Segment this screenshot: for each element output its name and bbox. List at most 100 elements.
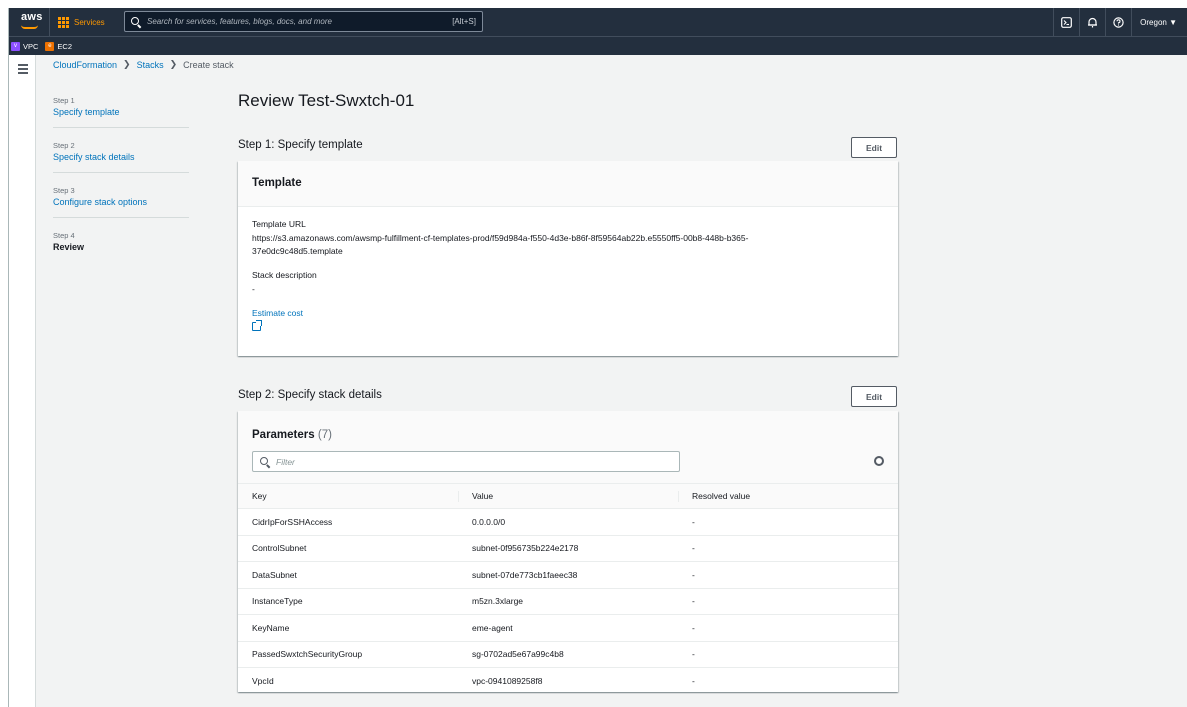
breadcrumb-current: Create stack — [183, 59, 234, 70]
param-value: subnet-07de773cb1faeec38 — [458, 561, 678, 589]
param-value: m5zn.3xlarge — [458, 588, 678, 615]
page-title: Review Test-Swxtch-01 — [238, 91, 415, 110]
param-value: subnet-0f956735b224e2178 — [458, 535, 678, 562]
side-navigation-collapsed — [9, 55, 36, 707]
chevron-right-icon: ❯ — [123, 59, 131, 69]
favorites-bar: v VPC e EC2 — [9, 36, 1187, 55]
template-url-label: Template URL — [252, 219, 306, 229]
services-label: Services — [74, 17, 105, 27]
param-key: PassedSwxtchSecurityGroup — [238, 641, 458, 668]
breadcrumb: CloudFormation ❯ Stacks ❯ Create stack — [53, 59, 234, 70]
table-row: InstanceType m5zn.3xlarge - — [238, 588, 898, 615]
table-row: ControlSubnet subnet-0f956735b224e2178 - — [238, 535, 898, 562]
step-link-specify-stack-details[interactable]: Specify stack details — [53, 152, 189, 162]
step-link-specify-template[interactable]: Specify template — [53, 107, 189, 117]
step-number: Step 3 — [53, 186, 75, 195]
parameters-filter-input[interactable]: Filter — [252, 451, 680, 472]
favorite-vpc[interactable]: v VPC — [11, 41, 39, 51]
table-row: KeyName eme-agent - — [238, 614, 898, 642]
favorite-label: VPC — [23, 41, 39, 51]
param-value: sg-0702ad5e67a99c4b8 — [458, 641, 678, 668]
aws-logo[interactable]: aws — [9, 8, 49, 36]
param-resolved-value: - — [678, 508, 898, 536]
parameters-title-text: Parameters — [252, 429, 315, 441]
template-panel: Template Template URL https://s3.amazona… — [238, 161, 898, 356]
search-icon — [131, 16, 141, 27]
services-menu-button[interactable]: Services — [49, 8, 113, 36]
parameters-header: Parameters (7) — [238, 411, 898, 447]
param-resolved-value: - — [678, 641, 898, 668]
search-placeholder: Search for services, features, blogs, do… — [147, 17, 332, 26]
parameters-count: (7) — [317, 429, 332, 441]
param-resolved-value: - — [678, 535, 898, 562]
template-url-value-line2: 37e0dc9c48d5.template — [252, 246, 343, 256]
table-preferences-gear-icon[interactable] — [874, 456, 884, 466]
step-link-configure-stack-options[interactable]: Configure stack options — [53, 197, 189, 207]
wizard-step-2: Step 2 Specify stack details — [53, 141, 189, 173]
param-key: DataSubnet — [238, 561, 458, 589]
param-resolved-value: - — [692, 676, 695, 686]
estimate-cost-field: Estimate cost — [252, 308, 884, 331]
filter-placeholder: Filter — [276, 456, 295, 467]
global-search-input[interactable]: Search for services, features, blogs, do… — [124, 11, 483, 32]
table-row: VpcId vpc-0941089258f8 - — [238, 668, 898, 695]
external-link-icon[interactable] — [252, 320, 262, 331]
region-selector[interactable]: Oregon ▼ — [1131, 8, 1187, 36]
menu-hamburger-icon[interactable] — [18, 64, 28, 76]
estimate-cost-link[interactable]: Estimate cost — [252, 308, 884, 318]
stack-description-value: - — [252, 284, 255, 294]
help-icon[interactable] — [1105, 8, 1131, 36]
wizard-step-1: Step 1 Specify template — [53, 96, 189, 128]
search-icon — [260, 456, 270, 467]
edit-stack-details-button[interactable]: Edit — [851, 386, 897, 407]
edit-template-button[interactable]: Edit — [851, 137, 897, 158]
table-row: CidrIpForSSHAccess 0.0.0.0/0 - — [238, 508, 898, 536]
table-row: DataSubnet subnet-07de773cb1faeec38 - — [238, 561, 898, 589]
vpc-service-icon: v — [11, 41, 20, 51]
breadcrumb-cloudformation[interactable]: CloudFormation — [53, 60, 117, 70]
top-navigation: aws Services Search for services, featur… — [9, 8, 1187, 36]
services-grid-icon — [58, 16, 69, 28]
column-header-value: Value — [458, 483, 678, 509]
parameters-table: Key Value Resolved value CidrIpForSSHAcc… — [238, 483, 898, 694]
notifications-bell-icon[interactable] — [1079, 8, 1105, 36]
cloudshell-icon[interactable] — [1053, 8, 1079, 36]
chevron-right-icon: ❯ — [169, 59, 178, 69]
wizard-steps: Step 1 Specify template Step 2 Specify s… — [53, 96, 189, 275]
parameters-filter-row: Filter — [238, 447, 898, 483]
template-url-value-line1: https://s3.amazonaws.com/awsmp-fulfillme… — [252, 233, 749, 243]
param-value: vpc-0941089258f8 — [472, 676, 543, 686]
table-header-row: Key Value Resolved value — [238, 483, 898, 509]
column-header-resolved-value: Resolved value — [678, 483, 898, 509]
param-key: VpcId — [252, 676, 274, 686]
template-panel-title: Template — [238, 161, 898, 207]
wizard-step-4: Step 4 Review — [53, 231, 189, 262]
aws-smile-icon — [21, 25, 38, 29]
param-value: eme-agent — [458, 614, 678, 642]
param-resolved-value: - — [678, 614, 898, 642]
template-panel-body: Template URL https://s3.amazonaws.com/aw… — [238, 207, 898, 343]
nav-right-group: Oregon ▼ — [1053, 8, 1187, 36]
stack-description-label: Stack description — [252, 270, 317, 280]
param-resolved-value: - — [678, 588, 898, 615]
template-url-field: Template URL https://s3.amazonaws.com/aw… — [252, 219, 884, 258]
table-row: PassedSwxtchSecurityGroup sg-0702ad5e67a… — [238, 641, 898, 668]
param-key: KeyName — [238, 614, 458, 642]
section-heading-step2: Step 2: Specify stack details — [238, 389, 382, 401]
param-key: ControlSubnet — [238, 535, 458, 562]
section-heading-step1: Step 1: Specify template — [238, 139, 363, 151]
wizard-step-3: Step 3 Configure stack options — [53, 186, 189, 218]
parameters-panel: Parameters (7) Filter Key Value Resolved… — [238, 411, 898, 692]
search-shortcut: [Alt+S] — [452, 17, 476, 26]
param-resolved-value: - — [678, 561, 898, 589]
step-number: Step 4 — [53, 231, 75, 240]
stack-description-field: Stack description - — [252, 270, 884, 296]
breadcrumb-stacks[interactable]: Stacks — [137, 60, 164, 70]
param-key: InstanceType — [238, 588, 458, 615]
favorite-ec2[interactable]: e EC2 — [45, 41, 73, 51]
step-current-review: Review — [53, 242, 85, 252]
ec2-service-icon: e — [45, 41, 55, 51]
aws-logo-text: aws — [21, 11, 43, 23]
favorite-label: EC2 — [57, 41, 73, 51]
param-key: CidrIpForSSHAccess — [238, 508, 458, 536]
